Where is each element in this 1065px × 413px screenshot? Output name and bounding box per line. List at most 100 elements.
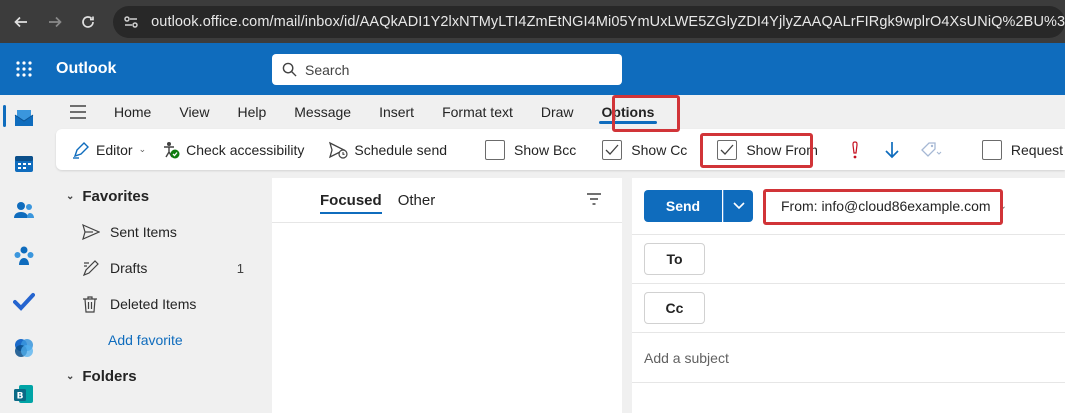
subject-input[interactable]: Add a subject bbox=[632, 333, 1065, 383]
tab-home[interactable]: Home bbox=[100, 95, 165, 128]
trash-icon bbox=[82, 295, 102, 313]
folder-label: Deleted Items bbox=[110, 296, 197, 312]
tab-focused[interactable]: Focused bbox=[320, 192, 382, 214]
cc-row: Cc bbox=[632, 284, 1065, 333]
show-cc-toggle[interactable]: Show Cc bbox=[594, 134, 695, 166]
app-rail: B bbox=[0, 95, 48, 413]
cc-input[interactable] bbox=[717, 308, 1065, 309]
rail-office[interactable] bbox=[0, 325, 48, 371]
show-bcc-toggle[interactable]: Show Bcc bbox=[477, 134, 584, 166]
chevron-down-icon: ⌄ bbox=[138, 144, 147, 154]
folder-deleted-items[interactable]: Deleted Items bbox=[56, 286, 264, 322]
rail-bookings[interactable]: B bbox=[0, 371, 48, 413]
check-accessibility-label: Check accessibility bbox=[186, 141, 305, 158]
app-header: Outlook Search bbox=[0, 43, 1065, 95]
folder-label: Drafts bbox=[110, 260, 148, 276]
address-bar[interactable]: outlook.office.com/mail/inbox/id/AAQkADI… bbox=[113, 5, 1065, 38]
low-importance-button[interactable] bbox=[874, 134, 910, 166]
options-ribbon: Editor ⌄ Check accessibility Schedule se… bbox=[56, 129, 1065, 170]
rail-people[interactable] bbox=[0, 187, 48, 233]
groups-icon bbox=[14, 246, 34, 265]
drafts-icon bbox=[82, 259, 102, 277]
to-button[interactable]: To bbox=[644, 243, 705, 275]
cc-button[interactable]: Cc bbox=[644, 292, 705, 324]
rail-mail[interactable] bbox=[0, 95, 48, 141]
unread-count: 1 bbox=[236, 260, 244, 276]
search-box[interactable]: Search bbox=[272, 54, 622, 85]
show-from-checkbox[interactable] bbox=[717, 139, 738, 160]
checkmark-icon bbox=[605, 144, 619, 155]
reload-button[interactable] bbox=[71, 5, 105, 39]
tab-format-text[interactable]: Format text bbox=[428, 95, 527, 128]
folder-label: Sent Items bbox=[110, 224, 177, 240]
rail-active-indicator bbox=[3, 105, 6, 127]
site-info-icon[interactable] bbox=[123, 14, 139, 30]
request-checkbox[interactable] bbox=[981, 139, 1002, 160]
menu-bar: Home View Help Message Insert Format tex… bbox=[56, 95, 1065, 128]
favorites-label: Favorites bbox=[82, 187, 150, 205]
bookings-icon: B bbox=[14, 385, 33, 403]
accessibility-icon bbox=[162, 141, 180, 159]
from-selector[interactable]: From: info@cloud86example.com ⌄ bbox=[773, 191, 1015, 221]
editor-label: Editor bbox=[96, 141, 133, 158]
high-importance-button[interactable] bbox=[836, 134, 874, 166]
rail-groups[interactable] bbox=[0, 233, 48, 279]
tab-help[interactable]: Help bbox=[223, 95, 280, 128]
chevron-down-icon: ⌄ bbox=[66, 370, 75, 382]
editor-pen-icon bbox=[72, 141, 90, 159]
calendar-icon bbox=[15, 156, 33, 172]
filter-icon bbox=[587, 193, 601, 205]
nav-toggle-button[interactable] bbox=[56, 104, 100, 119]
folder-pane: ⌄ Favorites Sent Items Drafts 1 Deleted … bbox=[56, 178, 264, 413]
schedule-send-button[interactable]: Schedule send bbox=[320, 134, 455, 166]
tab-insert[interactable]: Insert bbox=[365, 95, 428, 128]
show-from-toggle[interactable]: Show From bbox=[709, 134, 826, 166]
waffle-icon bbox=[16, 61, 32, 77]
rail-todo[interactable] bbox=[0, 279, 48, 325]
message-list: Focused Other bbox=[272, 178, 622, 413]
schedule-send-icon bbox=[328, 141, 348, 159]
arrow-down-icon bbox=[885, 141, 899, 158]
editor-button[interactable]: Editor ⌄ bbox=[64, 134, 154, 166]
tab-view[interactable]: View bbox=[165, 95, 223, 128]
forward-button[interactable] bbox=[38, 5, 72, 39]
to-input[interactable] bbox=[717, 259, 1065, 260]
arrow-left-icon bbox=[14, 16, 27, 27]
tab-draw[interactable]: Draw bbox=[527, 95, 588, 128]
back-button[interactable] bbox=[4, 5, 38, 39]
show-cc-checkbox[interactable] bbox=[602, 139, 623, 160]
browser-toolbar: outlook.office.com/mail/inbox/id/AAQkADI… bbox=[0, 0, 1065, 43]
favorites-heading[interactable]: ⌄ Favorites bbox=[56, 178, 264, 214]
filter-button[interactable] bbox=[586, 192, 602, 209]
todo-icon bbox=[13, 293, 35, 311]
chevron-down-icon bbox=[732, 202, 745, 210]
exclamation-icon bbox=[852, 140, 858, 158]
folder-drafts[interactable]: Drafts 1 bbox=[56, 250, 264, 286]
search-icon bbox=[282, 62, 297, 77]
send-button[interactable]: Send bbox=[644, 190, 722, 222]
search-placeholder: Search bbox=[305, 61, 350, 78]
compose-pane: Send From: info@cloud86example.com ⌄ To … bbox=[632, 178, 1065, 413]
url-text: outlook.office.com/mail/inbox/id/AAQkADI… bbox=[151, 13, 1065, 30]
folder-sent-items[interactable]: Sent Items bbox=[56, 214, 264, 250]
show-bcc-label: Show Bcc bbox=[514, 141, 577, 158]
app-launcher-button[interactable] bbox=[0, 43, 48, 95]
from-address: From: info@cloud86example.com bbox=[781, 198, 991, 214]
mail-icon bbox=[14, 110, 34, 126]
message-list-header: Focused Other bbox=[272, 178, 622, 223]
chevron-down-icon: ⌄ bbox=[998, 200, 1007, 212]
sensitivity-button[interactable] bbox=[910, 134, 952, 166]
show-from-label: Show From bbox=[746, 141, 818, 158]
check-accessibility-button[interactable]: Check accessibility bbox=[154, 134, 312, 166]
request-toggle[interactable]: Request bbox=[974, 134, 1065, 166]
app-title[interactable]: Outlook bbox=[56, 60, 116, 78]
add-favorite-link[interactable]: Add favorite bbox=[56, 322, 264, 358]
tab-options[interactable]: Options bbox=[588, 95, 669, 128]
rail-calendar[interactable] bbox=[0, 141, 48, 187]
send-options-button[interactable] bbox=[723, 190, 753, 222]
folders-heading[interactable]: ⌄ Folders bbox=[56, 358, 264, 394]
show-bcc-checkbox[interactable] bbox=[485, 139, 506, 160]
tab-message[interactable]: Message bbox=[280, 95, 365, 128]
folders-label: Folders bbox=[82, 367, 137, 385]
tab-other[interactable]: Other bbox=[398, 192, 436, 209]
